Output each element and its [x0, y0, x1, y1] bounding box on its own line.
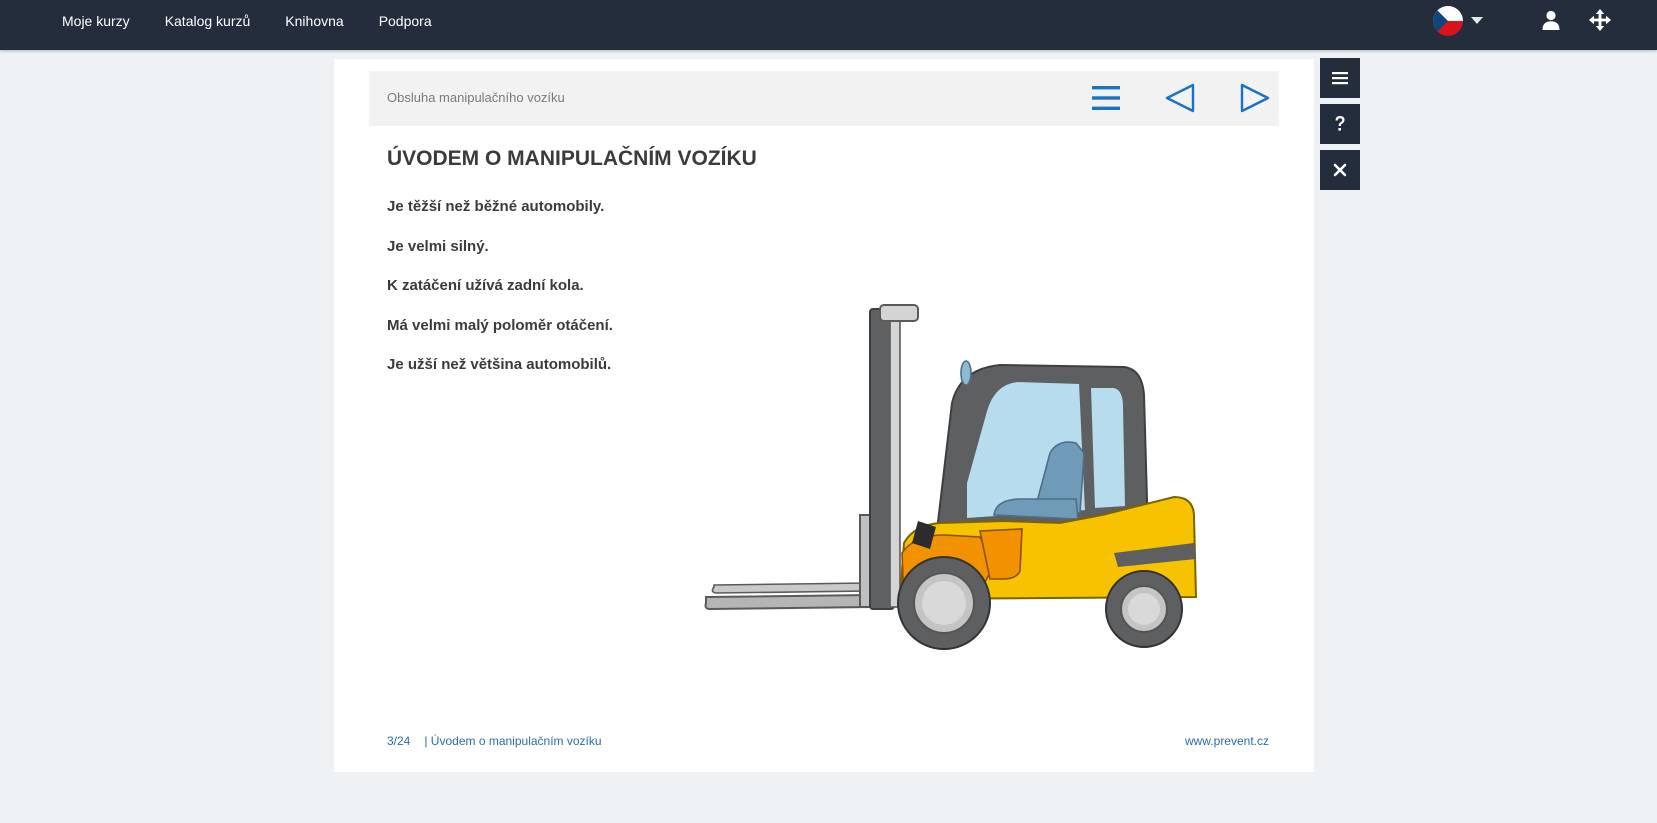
czech-flag-icon[interactable] — [1433, 6, 1463, 36]
user-icon[interactable] — [1541, 10, 1561, 30]
footer-website-link[interactable]: www.prevent.cz — [1185, 734, 1269, 748]
side-menu-button[interactable] — [1320, 58, 1360, 98]
fact-item: Je užší než většina automobilů. — [387, 356, 612, 373]
footer-section-title: | Úvodem o manipulačním vozíku — [424, 734, 602, 748]
slide-footer-info: 3/24 | Úvodem o manipulačním vozíku — [387, 734, 602, 748]
fact-item: K zatáčení užívá zadní kola. — [387, 277, 584, 294]
menu-icon — [1332, 72, 1348, 85]
fact-item: Je těžší než běžné automobily. — [387, 198, 605, 215]
topbar-actions — [1397, 0, 1657, 42]
nav-item-moje-kurzy[interactable]: Moje kurzy — [62, 13, 130, 29]
nav-item-katalog-kurzu[interactable]: Katalog kurzů — [165, 13, 251, 29]
slide-heading: ÚVODEM O MANIPULAČNÍM VOZÍKU — [387, 147, 757, 170]
caret-down-icon[interactable] — [1471, 17, 1483, 24]
fact-item: Je velmi silný. — [387, 237, 489, 255]
move-icon[interactable] — [1589, 9, 1611, 31]
nav-item-podpora[interactable]: Podpora — [379, 13, 432, 29]
course-title: Obsluha manipulačního vozíku — [387, 90, 565, 105]
fact-item: Má velmi malý poloměr otáčení. — [387, 316, 613, 334]
forklift-illustration — [704, 304, 1198, 650]
fact-list: Je těžší než běžné automobily. Je velmi … — [387, 198, 613, 396]
menu-icon[interactable] — [1089, 81, 1123, 115]
page-counter: 3/24 — [387, 734, 411, 748]
nav-item-knihovna[interactable]: Knihovna — [285, 13, 343, 29]
side-help-button[interactable] — [1320, 104, 1360, 144]
slide-toolbar: Obsluha manipulačního vozíku — [369, 71, 1279, 126]
prev-triangle-icon[interactable] — [1163, 81, 1197, 115]
side-close-button[interactable] — [1320, 150, 1360, 190]
close-icon — [1333, 163, 1347, 177]
main-nav: Moje kurzy Katalog kurzů Knihovna Podpor… — [62, 0, 467, 42]
question-icon — [1335, 116, 1345, 131]
next-triangle-icon[interactable] — [1238, 81, 1272, 115]
top-navigation-bar: Moje kurzy Katalog kurzů Knihovna Podpor… — [0, 0, 1657, 50]
slide-card: Obsluha manipulačního vozíku ÚVODEM O MA… — [334, 59, 1314, 772]
